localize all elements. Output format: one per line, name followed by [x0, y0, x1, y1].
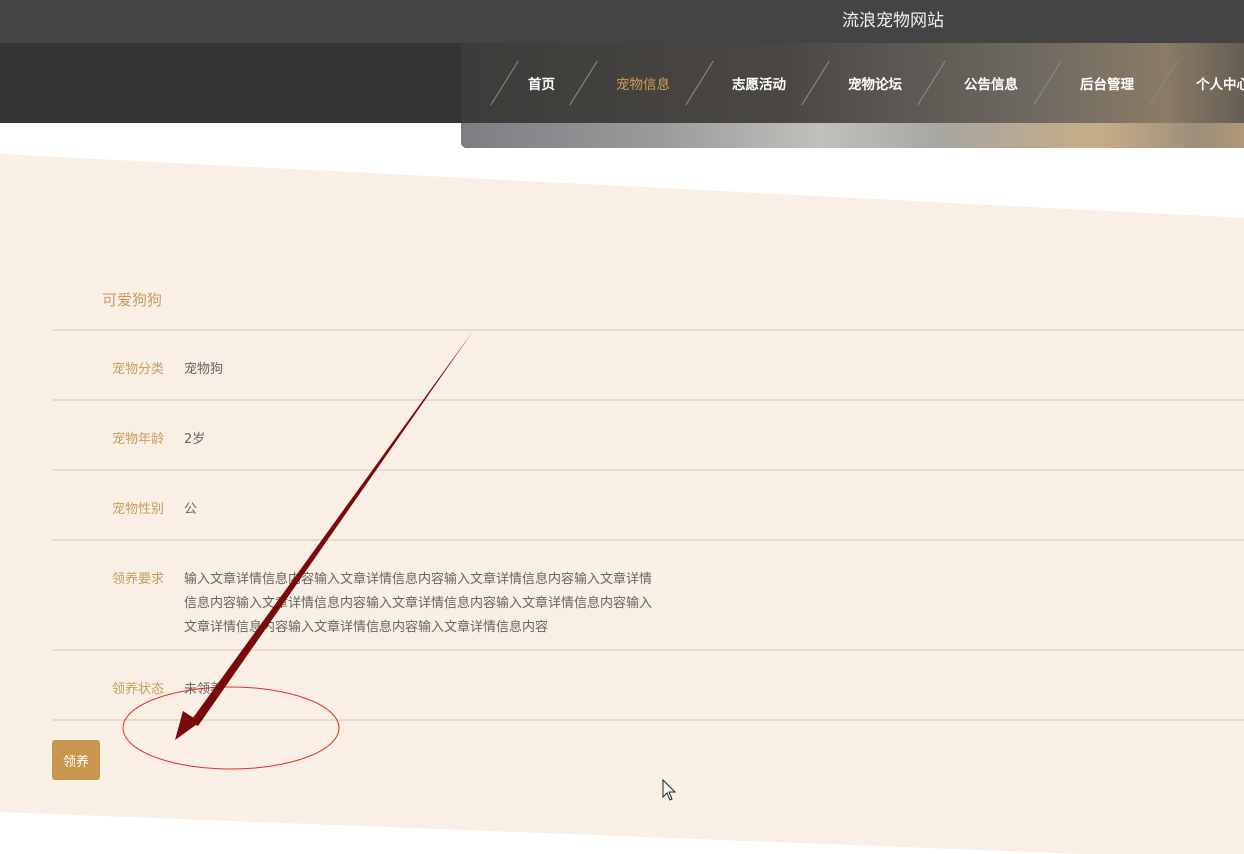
nav-item-profile[interactable]: 个人中心	[1196, 43, 1244, 123]
nav-item-pet-info[interactable]: 宠物信息	[616, 43, 670, 123]
pet-name-title: 可爱狗狗	[102, 291, 163, 309]
nav-item-home[interactable]: 首页	[528, 43, 555, 123]
field-value-category: 宠物狗	[184, 362, 224, 377]
field-label-gender: 宠物性别	[111, 502, 164, 517]
content-background	[0, 154, 1244, 854]
adopt-button[interactable]: 领养	[52, 740, 100, 780]
field-value-requirements: 输入文章详情信息内容输入文章详情信息内容输入文章详情信息内容输入文章详情信息内容…	[184, 572, 653, 635]
field-value-gender: 公	[184, 502, 198, 517]
nav-separator	[917, 60, 946, 106]
field-label-category: 宠物分类	[111, 362, 164, 377]
nav-separator	[1033, 60, 1062, 106]
main-nav: 首页 宠物信息 志愿活动 宠物论坛 公告信息 后台管理 个人中心	[461, 43, 1244, 123]
divider	[52, 399, 1244, 401]
nav-item-admin[interactable]: 后台管理	[1080, 43, 1134, 123]
divider	[52, 649, 1244, 651]
nav-item-volunteer[interactable]: 志愿活动	[732, 43, 786, 123]
field-value-status: 未领养	[184, 682, 224, 697]
divider	[52, 329, 1244, 331]
field-label-status: 领养状态	[111, 682, 164, 697]
site-title: 流浪宠物网站	[842, 11, 944, 31]
nav-separator	[801, 60, 830, 106]
field-label-requirements: 领养要求	[111, 572, 164, 587]
nav-separator	[490, 60, 519, 106]
nav-separator	[569, 60, 598, 106]
nav-item-announcements[interactable]: 公告信息	[964, 43, 1018, 123]
nav-separator	[1149, 60, 1178, 106]
field-value-age: 2岁	[184, 432, 206, 447]
nav-separator	[685, 60, 714, 106]
divider	[52, 719, 1244, 721]
divider	[52, 539, 1244, 541]
field-label-age: 宠物年龄	[111, 432, 164, 447]
nav-item-forum[interactable]: 宠物论坛	[848, 43, 902, 123]
top-title-bar: 流浪宠物网站	[0, 0, 1244, 43]
divider	[52, 469, 1244, 471]
